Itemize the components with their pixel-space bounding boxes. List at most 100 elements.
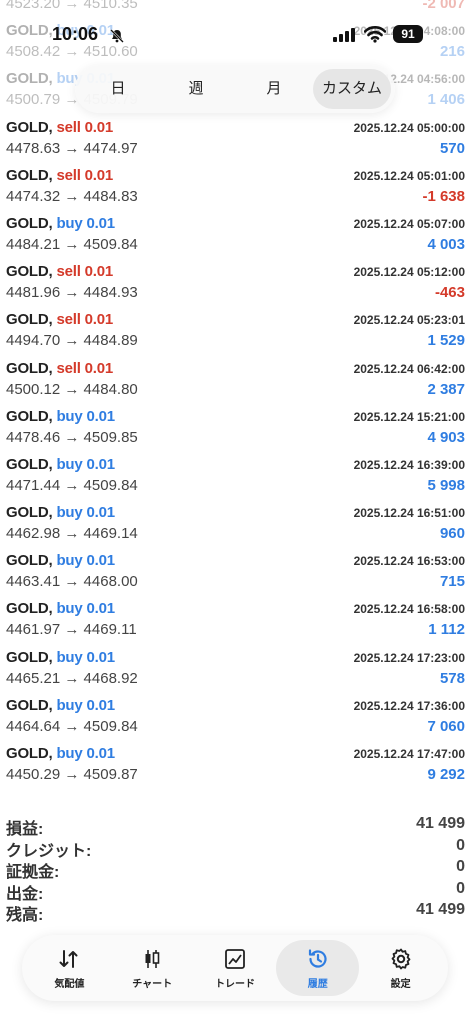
trade-time: 2025.12.24 16:39:00 <box>353 457 465 472</box>
quotes-arrows-icon <box>59 949 78 968</box>
trade-prices: 4481.96 → 4484.93 <box>6 284 138 302</box>
trade-time: 2025.12.24 17:47:00 <box>353 747 465 761</box>
period-tab-1[interactable]: 週 <box>157 69 235 109</box>
trade-prices: 4464.64 → 4509.84 <box>6 717 138 735</box>
tab-label: 設定 <box>390 978 411 990</box>
trade-title: GOLD, buy 0.01 <box>6 697 115 714</box>
tab-label: 履歴 <box>307 978 328 990</box>
summary-label: 残高: <box>6 907 44 924</box>
trade-row[interactable]: GOLD, buy 0.01 2025.12.24 05:07:00 4484.21… <box>0 212 471 260</box>
tab-1[interactable]: チャート <box>111 940 194 996</box>
gear-icon <box>391 948 410 969</box>
summary-value: 0 <box>456 836 465 854</box>
tab-4[interactable]: 設定 <box>359 940 442 996</box>
trade-profit: 570 <box>439 139 465 157</box>
trade-symbol: GOLD, <box>6 552 53 570</box>
trade-profit: -1 638 <box>422 187 465 205</box>
trade-prices: 4478.46 → 4509.85 <box>6 428 138 446</box>
trade-row[interactable]: GOLD, sell 0.01 2025.12.24 05:12:00 4481.9… <box>0 260 471 308</box>
trade-title: GOLD, buy 0.01 <box>6 745 115 762</box>
history-clock-icon <box>308 948 327 968</box>
trade-side: buy 0.01 <box>56 504 115 522</box>
wifi-icon <box>364 26 386 43</box>
tab-3[interactable]: 履歴 <box>276 940 360 996</box>
trade-prices: 4463.41 → 4468.00 <box>6 573 138 591</box>
trade-profit: -463 <box>434 284 465 302</box>
trade-row[interactable]: GOLD, buy 0.01 2025.12.24 17:23:00 4465.21… <box>0 646 471 694</box>
cellular-signal-icon <box>333 28 355 42</box>
trade-symbol: GOLD, <box>6 455 53 473</box>
trade-profit: 1 406 <box>427 91 465 109</box>
trade-history-list: GOLD, buy 0.012025.12.24 03:57:004523.20… <box>0 0 471 790</box>
trade-symbol: GOLD, <box>6 648 53 666</box>
trade-time: 2025.12.24 15:21:00 <box>353 409 465 424</box>
trade-row[interactable]: GOLD, buy 0.01 2025.12.24 16:39:00 4471.44… <box>0 453 471 501</box>
trade-prices: 4478.63 → 4474.97 <box>6 139 138 157</box>
trade-side: sell 0.01 <box>56 311 114 329</box>
trade-symbol: GOLD, <box>6 70 53 88</box>
trade-side: buy 0.01 <box>56 696 115 714</box>
trade-row[interactable]: GOLD, buy 0.01 2025.12.24 17:47:00 4450.29… <box>0 742 471 790</box>
trade-profit: 2 387 <box>427 380 465 398</box>
summary-row: 損益: 41 499 <box>0 813 471 838</box>
trade-row[interactable]: GOLD, buy 0.012025.12.24 03:57:004523.20… <box>0 0 471 19</box>
trade-row[interactable]: GOLD, buy 0.01 2025.12.24 15:21:00 4478.46… <box>0 405 471 453</box>
trade-profit: 960 <box>439 525 465 543</box>
trade-row[interactable]: GOLD, sell 0.01 2025.12.24 05:01:00 4474.3… <box>0 164 471 212</box>
trade-title: GOLD, sell 0.01 <box>6 167 113 184</box>
trade-time: 2025.12.24 17:23:00 <box>353 650 465 665</box>
trade-row[interactable]: GOLD, buy 0.01 2025.12.24 17:36:00 4464.64… <box>0 694 471 742</box>
tab-label: 気配値 <box>54 978 85 990</box>
trade-title: GOLD, buy 0.01 <box>6 649 115 666</box>
trade-title: GOLD, sell 0.01 <box>6 263 113 280</box>
account-summary: 損益: 41 499 クレジット: 0 証拠金: 0 出金: 0 残高: 41 499 <box>0 813 471 924</box>
tab-2[interactable]: トレード <box>194 940 277 996</box>
trade-row[interactable]: GOLD, buy 0.01 2025.12.24 16:53:00 4463.41… <box>0 549 471 597</box>
tab-label: トレード <box>214 978 255 990</box>
trade-prices: 4461.97 → 4469.11 <box>6 621 137 639</box>
trade-profit: 715 <box>439 573 465 591</box>
trade-symbol: GOLD, <box>6 745 53 762</box>
trade-row[interactable]: GOLD, sell 0.01 2025.12.24 05:23:01 4494.7… <box>0 308 471 356</box>
trade-prices: 4494.70 → 4484.89 <box>6 332 138 350</box>
trade-side: sell 0.01 <box>56 166 114 184</box>
trade-time: 2025.12.24 05:23:01 <box>353 313 465 328</box>
summary-row: 出金: 0 <box>0 878 471 903</box>
summary-row: 証拠金: 0 <box>0 856 471 881</box>
trade-symbol: GOLD, <box>6 696 53 714</box>
trade-row[interactable]: GOLD, sell 0.01 2025.12.24 05:00:00 4478.6… <box>0 116 471 164</box>
trade-prices: 4471.44 → 4509.84 <box>6 476 138 494</box>
period-selector: 日週月カスタム <box>75 65 395 113</box>
trade-side: buy 0.01 <box>56 600 115 618</box>
trade-prices: 4474.32 → 4484.83 <box>6 187 138 205</box>
trade-side: buy 0.01 <box>56 745 115 762</box>
trade-symbol: GOLD, <box>6 311 53 329</box>
trade-prices: 4450.29 → 4509.87 <box>6 766 138 783</box>
tab-0[interactable]: 気配値 <box>28 940 111 996</box>
trade-prices: 4462.98 → 4469.14 <box>6 525 138 543</box>
trade-row[interactable]: GOLD, buy 0.01 2025.12.24 16:51:00 4462.98… <box>0 501 471 549</box>
trade-symbol: GOLD, <box>6 214 53 232</box>
trade-side: sell 0.01 <box>56 359 114 377</box>
period-tab-0[interactable]: 日 <box>79 69 157 109</box>
trade-side: buy 0.01 <box>56 648 115 666</box>
summary-value: 0 <box>456 858 465 875</box>
trade-side: sell 0.01 <box>56 263 114 281</box>
trade-time: 2025.12.24 16:58:00 <box>353 602 465 617</box>
trade-title: GOLD, buy 0.01 <box>6 552 115 569</box>
trade-symbol: GOLD, <box>6 407 53 425</box>
trade-symbol: GOLD, <box>6 118 53 136</box>
trade-prices: 4484.21 → 4509.84 <box>6 235 138 253</box>
summary-row: クレジット: 0 <box>0 835 471 860</box>
trade-row[interactable]: GOLD, buy 0.01 2025.12.24 16:58:00 4461.97… <box>0 597 471 645</box>
period-tab-3[interactable]: カスタム <box>313 69 391 109</box>
trade-time: 2025.12.24 05:12:00 <box>353 265 465 280</box>
trade-side: sell 0.01 <box>56 118 114 136</box>
trade-profit: 1 112 <box>428 621 465 639</box>
period-tab-2[interactable]: 月 <box>235 69 313 109</box>
trade-row[interactable]: GOLD, sell 0.01 2025.12.24 06:42:00 4500.1… <box>0 357 471 405</box>
summary-value: 41 499 <box>416 815 465 832</box>
trade-time: 2025.12.24 06:42:00 <box>353 361 465 376</box>
candlestick-chart-icon <box>145 949 160 968</box>
trade-side: buy 0.01 <box>56 455 115 473</box>
